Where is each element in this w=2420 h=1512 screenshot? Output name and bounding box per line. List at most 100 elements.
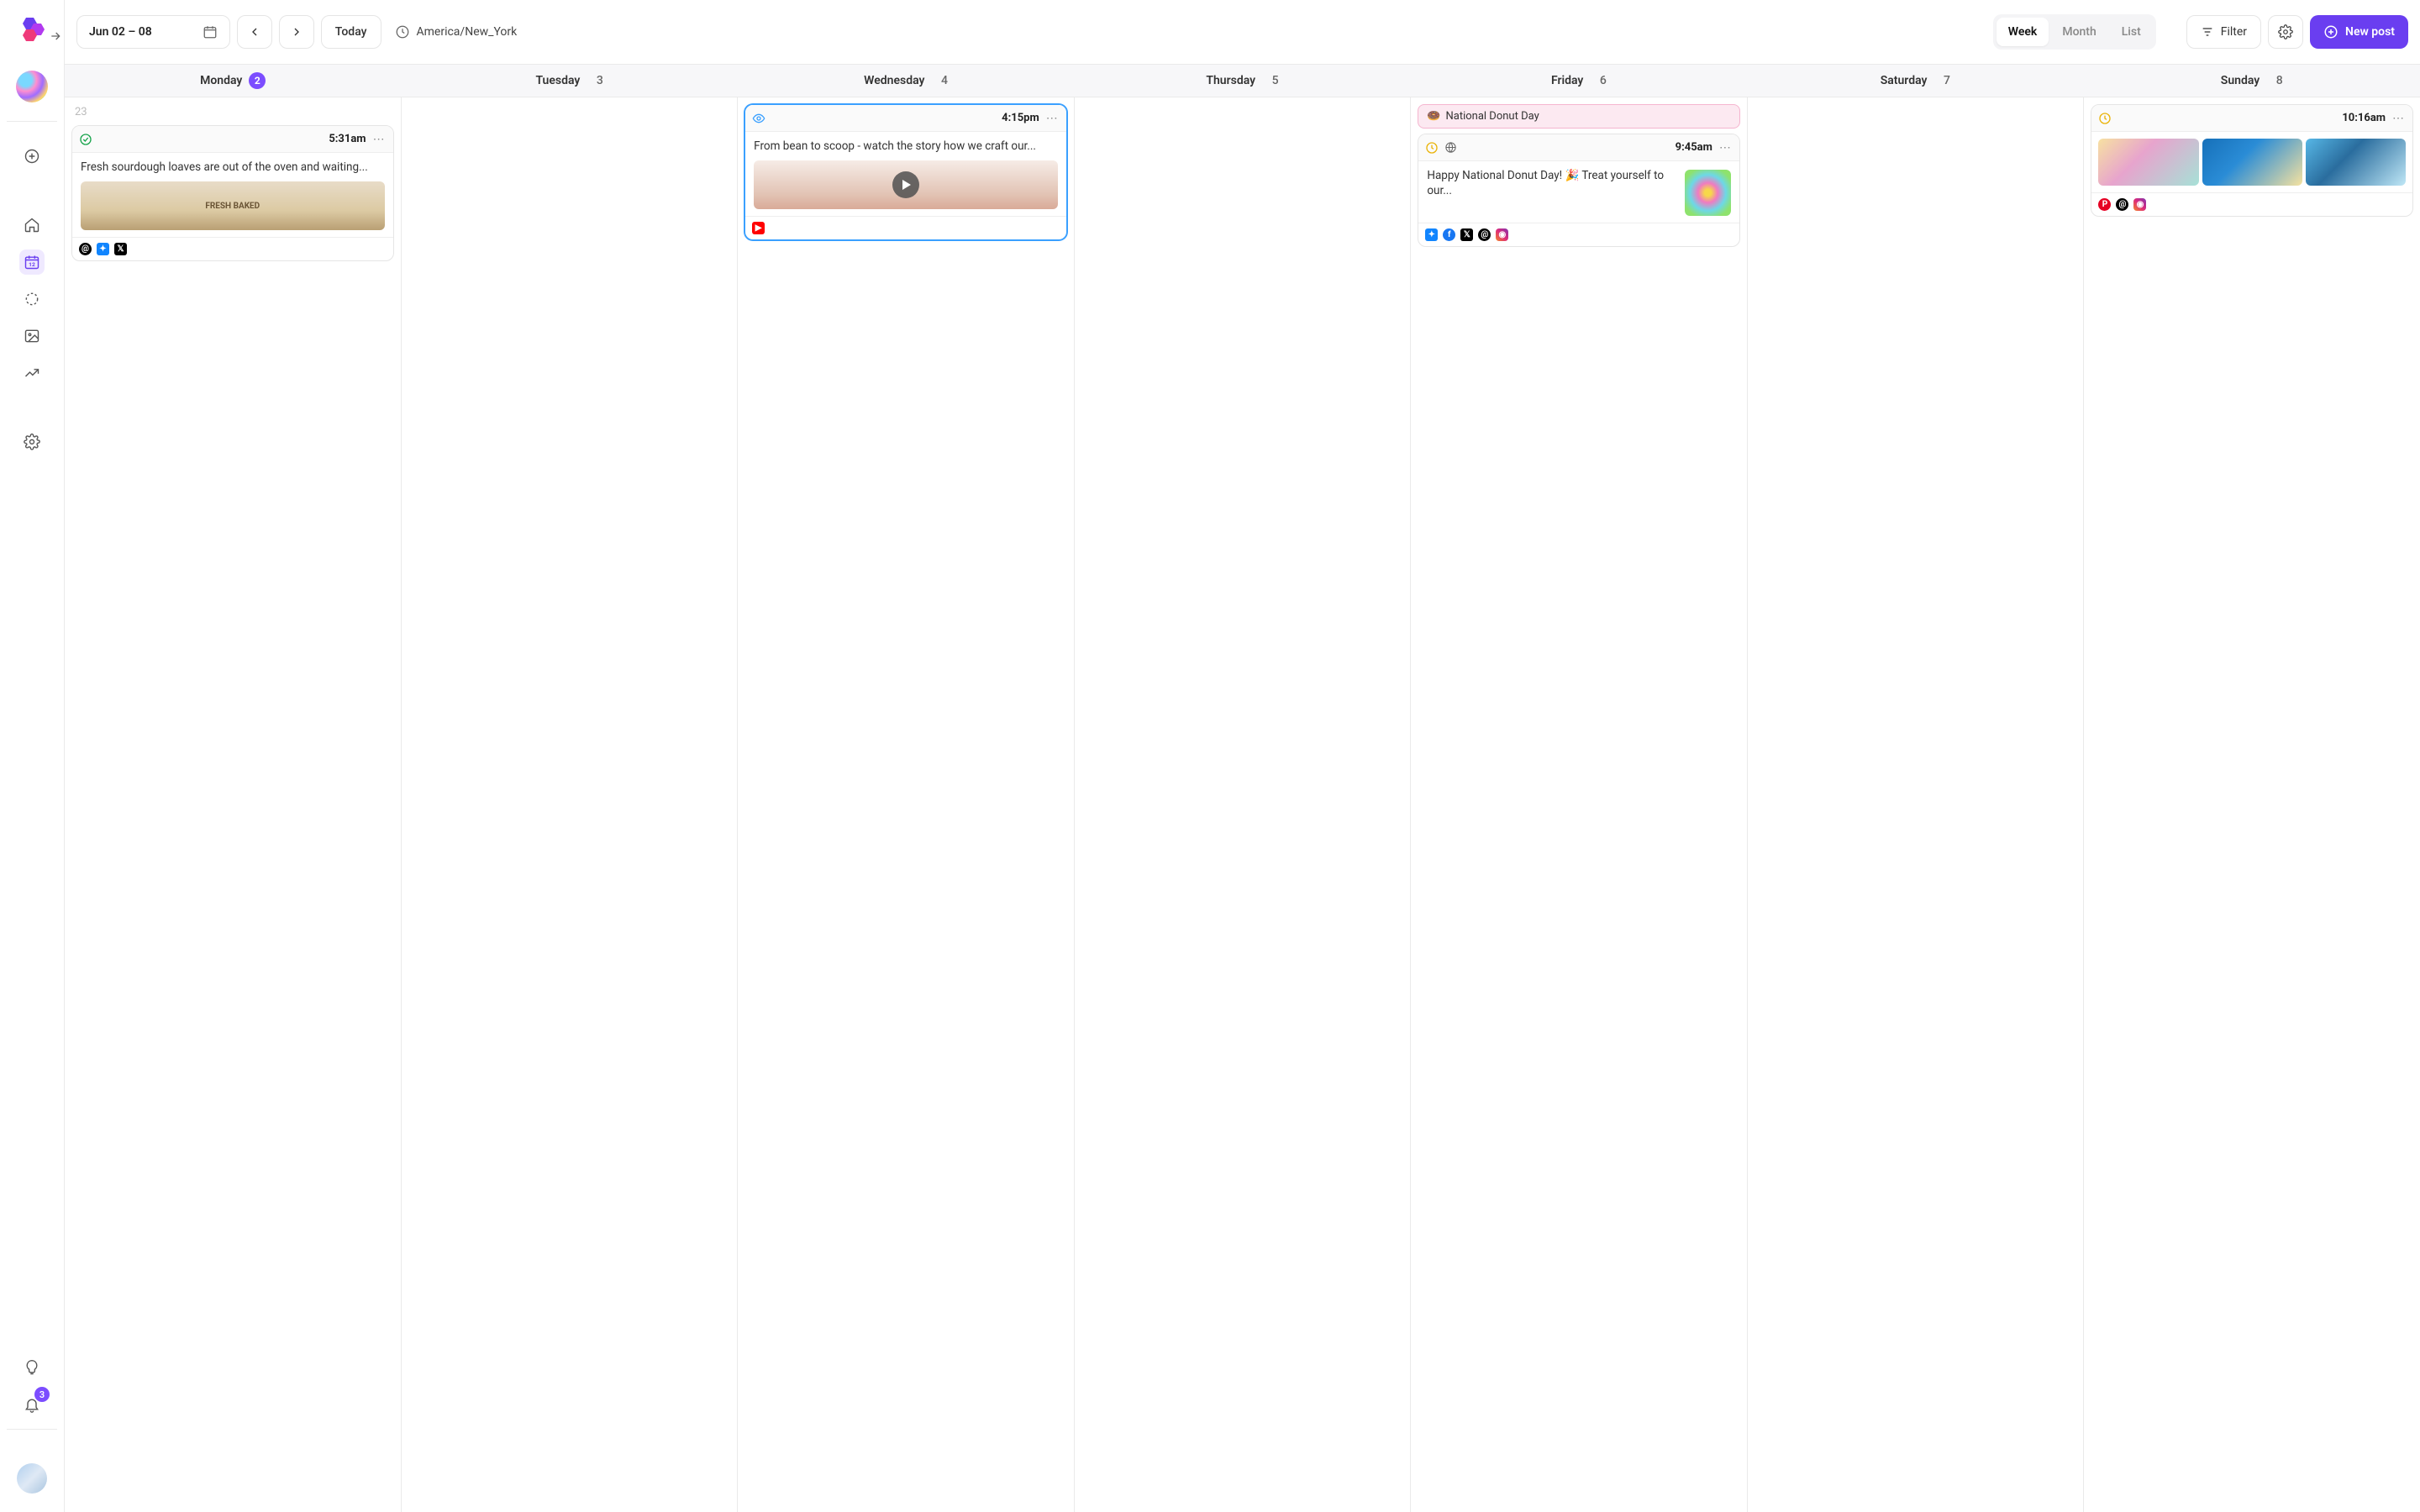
day-column-monday[interactable]: 23 5:31am ⋯ Fresh sourdough loaves are o… (65, 97, 402, 1512)
post-card[interactable]: 9:45am ⋯ Happy National Donut Day! 🎉 Tre… (1418, 134, 1740, 247)
filter-button[interactable]: Filter (2186, 15, 2261, 49)
post-text: From bean to scoop - watch the story how… (754, 139, 1058, 154)
post-text: Fresh sourdough loaves are out of the ov… (81, 160, 385, 175)
status-published-icon (79, 133, 92, 146)
post-more-icon[interactable]: ⋯ (371, 133, 387, 146)
calendar-header-row: Monday 2 Tuesday 3 Wednesday 4 Thursday … (65, 64, 2420, 97)
svg-text:12: 12 (29, 261, 35, 268)
workspace-avatar[interactable] (16, 71, 48, 102)
post-image-gallery (2091, 132, 2412, 192)
globe-icon (1444, 141, 1457, 155)
post-video-thumbnail (754, 160, 1058, 209)
filter-icon (2201, 25, 2214, 39)
create-button[interactable] (19, 144, 45, 169)
post-time: 9:45am (1676, 141, 1712, 154)
day-header-tuesday: Tuesday 3 (401, 65, 737, 97)
post-networks: P @ ◉ (2091, 192, 2412, 216)
view-week-tab[interactable]: Week (1996, 18, 2049, 46)
play-icon (892, 171, 919, 198)
instagram-icon: ◉ (1496, 228, 1508, 241)
post-text: Happy National Donut Day! 🎉 Treat yourse… (1427, 168, 1678, 216)
calendar-nav[interactable]: 12 (19, 249, 45, 275)
event-label: National Donut Day (1446, 110, 1539, 123)
post-more-icon[interactable]: ⋯ (1718, 141, 1733, 155)
day-column-thursday[interactable] (1075, 97, 1412, 1512)
x-icon: 𝕏 (114, 243, 127, 255)
day-column-sunday[interactable]: 10:16am ⋯ P @ ◉ (2084, 97, 2420, 1512)
facebook-icon: f (1443, 228, 1455, 241)
x-icon: 𝕏 (1460, 228, 1473, 241)
media-nav[interactable] (19, 323, 45, 349)
pinterest-icon: P (2098, 198, 2111, 211)
analytics-nav[interactable] (19, 360, 45, 386)
day-column-saturday[interactable] (1748, 97, 2085, 1512)
new-post-button[interactable]: New post (2310, 15, 2408, 49)
view-list-tab[interactable]: List (2110, 18, 2153, 46)
post-image-thumbnail: FRESH BAKED (81, 181, 385, 230)
day-column-tuesday[interactable] (402, 97, 739, 1512)
help-icon[interactable] (19, 1355, 45, 1380)
youtube-icon: ▶ (752, 222, 765, 234)
user-avatar[interactable] (17, 1463, 47, 1494)
post-networks: ▶ (745, 216, 1066, 239)
home-nav[interactable] (19, 213, 45, 238)
date-range-label: Jun 02 – 08 (89, 25, 152, 39)
clock-icon (395, 24, 410, 39)
holiday-event-chip[interactable]: 🍩 National Donut Day (1418, 104, 1740, 129)
post-card[interactable]: 5:31am ⋯ Fresh sourdough loaves are out … (71, 125, 394, 261)
day-count-badge: 2 (249, 72, 266, 89)
drafts-nav[interactable] (19, 286, 45, 312)
post-image-thumbnail (2306, 139, 2406, 186)
status-scheduled-icon (2098, 112, 2112, 125)
instagram-icon: ◉ (2133, 198, 2146, 211)
post-networks: @ ✦ 𝕏 (72, 237, 393, 260)
calendar-grid: 23 5:31am ⋯ Fresh sourdough loaves are o… (65, 97, 2420, 1512)
timezone-display[interactable]: America/New_York (395, 24, 518, 39)
bluesky-icon: ✦ (1425, 228, 1438, 241)
topbar: Jun 02 – 08 Today America/New_York Week … (65, 0, 2420, 64)
threads-icon: @ (79, 243, 92, 255)
status-review-icon (752, 112, 765, 125)
view-switcher: Week Month List (1993, 14, 2156, 50)
notifications-icon[interactable]: 3 (19, 1392, 45, 1417)
post-image-thumbnail (1685, 170, 1731, 216)
post-time: 4:15pm (1002, 112, 1039, 124)
main: Jun 02 – 08 Today America/New_York Week … (65, 0, 2420, 1512)
day-header-monday: Monday 2 (65, 65, 401, 97)
plus-circle-icon (2323, 24, 2338, 39)
post-card[interactable]: 4:15pm ⋯ From bean to scoop - watch the … (744, 104, 1067, 240)
app-logo[interactable] (17, 15, 47, 45)
sidebar-collapse-icon[interactable] (46, 27, 65, 45)
today-button[interactable]: Today (321, 15, 381, 49)
day-header-thursday: Thursday 5 (1074, 65, 1410, 97)
threads-icon: @ (2116, 198, 2128, 211)
post-more-icon[interactable]: ⋯ (2391, 112, 2406, 125)
post-time: 10:16am (2342, 112, 2386, 124)
day-header-friday: Friday 6 (1411, 65, 1747, 97)
next-week-button[interactable] (279, 15, 314, 49)
notification-badge: 3 (34, 1387, 50, 1402)
post-image-thumbnail (2098, 139, 2198, 186)
day-column-friday[interactable]: 🍩 National Donut Day 9:45am ⋯ Happy Nati… (1411, 97, 1748, 1512)
donut-emoji-icon: 🍩 (1427, 110, 1440, 123)
day-header-sunday: Sunday 8 (2084, 65, 2420, 97)
post-image-thumbnail (2202, 139, 2302, 186)
calendar-settings-button[interactable] (2268, 15, 2303, 49)
post-card[interactable]: 10:16am ⋯ P @ ◉ (2091, 104, 2413, 217)
day-header-saturday: Saturday 7 (1747, 65, 2083, 97)
sidebar-nav: 12 (19, 144, 45, 454)
post-networks: ✦ f 𝕏 @ ◉ (1418, 223, 1739, 246)
threads-icon: @ (1478, 228, 1491, 241)
post-time: 5:31am (329, 133, 366, 145)
sidebar: 12 3 (0, 0, 65, 1512)
day-column-wednesday[interactable]: 4:15pm ⋯ From bean to scoop - watch the … (738, 97, 1075, 1512)
bluesky-icon: ✦ (97, 243, 109, 255)
post-more-icon[interactable]: ⋯ (1044, 112, 1060, 125)
prev-week-button[interactable] (237, 15, 272, 49)
calendar-icon (203, 24, 218, 39)
view-month-tab[interactable]: Month (2050, 18, 2107, 46)
status-scheduled-icon (1425, 141, 1439, 155)
date-range-picker[interactable]: Jun 02 – 08 (76, 15, 230, 49)
settings-nav[interactable] (19, 429, 45, 454)
week-number: 23 (71, 104, 394, 125)
